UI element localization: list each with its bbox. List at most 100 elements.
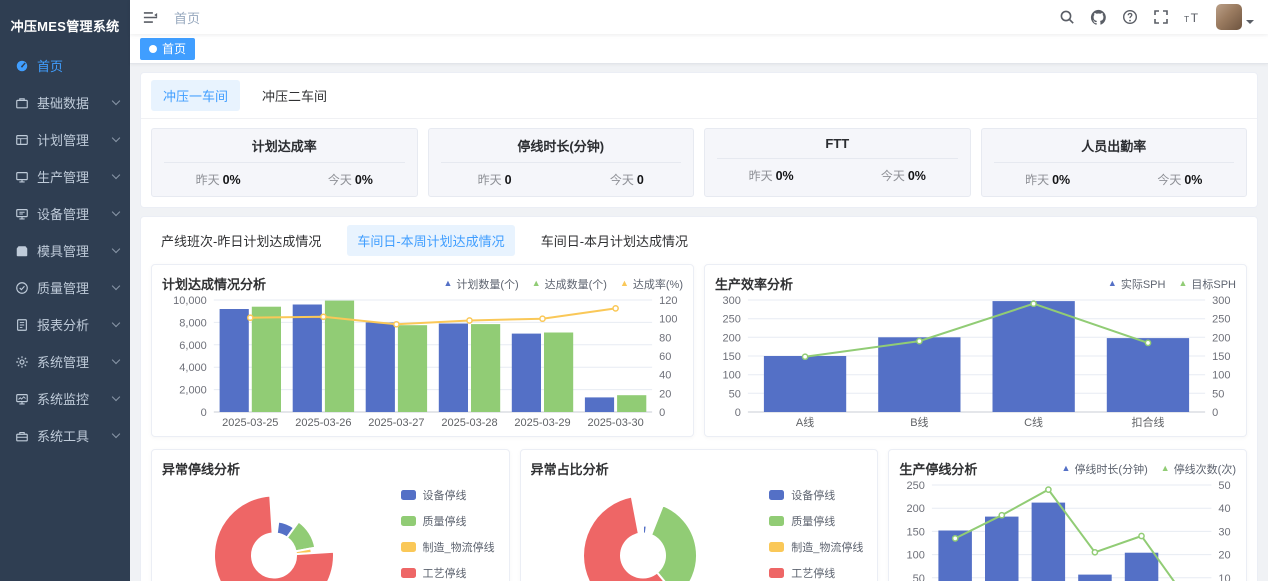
data-point[interactable] bbox=[540, 316, 545, 321]
chevron-down-icon bbox=[112, 97, 120, 105]
legend-item[interactable]: ▲停线次数(次) bbox=[1161, 461, 1236, 477]
data-point[interactable] bbox=[321, 314, 326, 319]
donut-slice[interactable] bbox=[214, 496, 334, 581]
legend-item[interactable]: ▲计划数量(个) bbox=[443, 276, 518, 292]
data-point[interactable] bbox=[613, 306, 618, 311]
user-menu[interactable] bbox=[1216, 4, 1254, 30]
bar[interactable] bbox=[398, 325, 427, 412]
bar[interactable] bbox=[878, 337, 960, 412]
svg-text:300: 300 bbox=[1212, 295, 1230, 307]
legend-item[interactable]: 设备停线 bbox=[401, 487, 495, 503]
active-tag-dot bbox=[149, 45, 157, 53]
sidebar-toggle-icon[interactable] bbox=[142, 9, 159, 26]
bar[interactable] bbox=[1032, 503, 1066, 581]
bar[interactable] bbox=[471, 324, 500, 412]
bar[interactable] bbox=[293, 305, 322, 413]
legend-item[interactable]: 制造_物流停线 bbox=[401, 539, 495, 555]
bar[interactable] bbox=[764, 356, 846, 412]
chevron-down-icon bbox=[112, 393, 120, 401]
view-tab-0[interactable]: 产线班次-昨日计划达成情况 bbox=[151, 225, 331, 256]
bar[interactable] bbox=[1107, 338, 1189, 412]
font-size-icon[interactable]: TT bbox=[1184, 9, 1201, 26]
github-icon[interactable] bbox=[1090, 9, 1107, 26]
data-point[interactable] bbox=[394, 322, 399, 327]
chevron-down-icon bbox=[112, 430, 120, 438]
sidebar-item-4[interactable]: 设备管理 bbox=[0, 195, 130, 232]
chart-production-efficiency: 生产效率分析▲实际SPH▲目标SPH0501001502002503000501… bbox=[704, 264, 1247, 437]
bar[interactable] bbox=[220, 309, 249, 412]
legend-item[interactable]: ▲目标SPH bbox=[1178, 276, 1236, 292]
svg-text:50: 50 bbox=[1212, 388, 1224, 400]
chart-legend: ▲计划数量(个) ▲达成数量(个) ▲达成率(%) bbox=[443, 276, 683, 292]
chart-abnormal-ratio: 异常占比分析设备停线质量停线制造_物流停线工艺停线制造_过程停线 bbox=[520, 449, 879, 581]
data-point[interactable] bbox=[1145, 340, 1150, 345]
bar[interactable] bbox=[252, 307, 281, 412]
breadcrumb: 首页 bbox=[174, 8, 200, 27]
data-point[interactable] bbox=[467, 318, 472, 323]
legend-item[interactable]: 质量停线 bbox=[769, 513, 863, 529]
svg-text:6,000: 6,000 bbox=[179, 340, 207, 352]
bar[interactable] bbox=[1079, 575, 1113, 581]
data-point[interactable] bbox=[803, 354, 808, 359]
search-icon[interactable] bbox=[1059, 9, 1075, 25]
sidebar-item-0[interactable]: 首页 bbox=[0, 47, 130, 84]
kpi-today: 今天0% bbox=[284, 171, 416, 188]
mold-icon bbox=[15, 244, 29, 258]
sidebar-item-1[interactable]: 基础数据 bbox=[0, 84, 130, 121]
bar[interactable] bbox=[366, 322, 395, 412]
svg-text:250: 250 bbox=[1212, 314, 1230, 326]
kpi-card-2: FTT昨天0%今天0% bbox=[704, 128, 971, 197]
data-point[interactable] bbox=[1031, 301, 1036, 306]
sidebar-item-8[interactable]: 系统管理 bbox=[0, 343, 130, 380]
tag-home[interactable]: 首页 bbox=[140, 38, 195, 60]
data-point[interactable] bbox=[1139, 533, 1144, 538]
bar[interactable] bbox=[585, 397, 614, 412]
svg-text:150: 150 bbox=[907, 526, 925, 538]
workshop-tab-0[interactable]: 冲压一车间 bbox=[151, 80, 240, 111]
svg-text:扣合线: 扣合线 bbox=[1132, 415, 1165, 429]
table-icon bbox=[15, 133, 29, 147]
legend-item[interactable]: 工艺停线 bbox=[401, 565, 495, 581]
donut-slice[interactable] bbox=[643, 526, 647, 534]
view-tab-1[interactable]: 车间日-本周计划达成情况 bbox=[347, 225, 514, 256]
sidebar-item-9[interactable]: 系统监控 bbox=[0, 380, 130, 417]
bar[interactable] bbox=[544, 333, 573, 413]
legend-item[interactable]: 工艺停线 bbox=[769, 565, 863, 581]
bar[interactable] bbox=[1125, 553, 1159, 581]
sidebar-item-3[interactable]: 生产管理 bbox=[0, 158, 130, 195]
bar[interactable] bbox=[985, 517, 1019, 581]
legend-item[interactable]: ▲停线时长(分钟) bbox=[1062, 461, 1148, 477]
sidebar-item-2[interactable]: 计划管理 bbox=[0, 121, 130, 158]
kpi-title: FTT bbox=[717, 136, 958, 159]
data-point[interactable] bbox=[1000, 513, 1005, 518]
legend-item[interactable]: 设备停线 bbox=[769, 487, 863, 503]
legend-symbol: ▲ bbox=[1178, 279, 1187, 288]
report-icon bbox=[15, 318, 29, 332]
sidebar-item-7[interactable]: 报表分析 bbox=[0, 306, 130, 343]
help-icon[interactable] bbox=[1122, 9, 1138, 25]
data-point[interactable] bbox=[1046, 487, 1051, 492]
data-point[interactable] bbox=[953, 536, 958, 541]
fullscreen-icon[interactable] bbox=[1153, 9, 1169, 25]
legend-item[interactable]: 制造_物流停线 bbox=[769, 539, 863, 555]
bar[interactable] bbox=[439, 324, 468, 413]
sidebar-item-6[interactable]: 质量管理 bbox=[0, 269, 130, 306]
bar[interactable] bbox=[617, 395, 646, 412]
legend-item[interactable]: ▲实际SPH bbox=[1108, 276, 1166, 292]
data-point[interactable] bbox=[1093, 550, 1098, 555]
legend-item[interactable]: 质量停线 bbox=[401, 513, 495, 529]
donut-slice[interactable] bbox=[651, 505, 697, 581]
legend-item[interactable]: ▲达成率(%) bbox=[620, 276, 683, 292]
view-tab-2[interactable]: 车间日-本月计划达成情况 bbox=[531, 225, 698, 256]
data-point[interactable] bbox=[248, 315, 253, 320]
chart-title: 异常停线分析 bbox=[162, 459, 240, 478]
sidebar-item-5[interactable]: 模具管理 bbox=[0, 232, 130, 269]
bar[interactable] bbox=[993, 301, 1075, 412]
legend-item[interactable]: ▲达成数量(个) bbox=[532, 276, 607, 292]
avatar[interactable] bbox=[1216, 4, 1242, 30]
data-point[interactable] bbox=[917, 339, 922, 344]
bar[interactable] bbox=[512, 334, 541, 412]
sidebar-item-10[interactable]: 系统工具 bbox=[0, 417, 130, 454]
workshop-tab-1[interactable]: 冲压二车间 bbox=[250, 80, 339, 111]
chart-production-stop: 生产停线分析▲停线时长(分钟)▲停线次数(次)05010015020025001… bbox=[888, 449, 1247, 581]
